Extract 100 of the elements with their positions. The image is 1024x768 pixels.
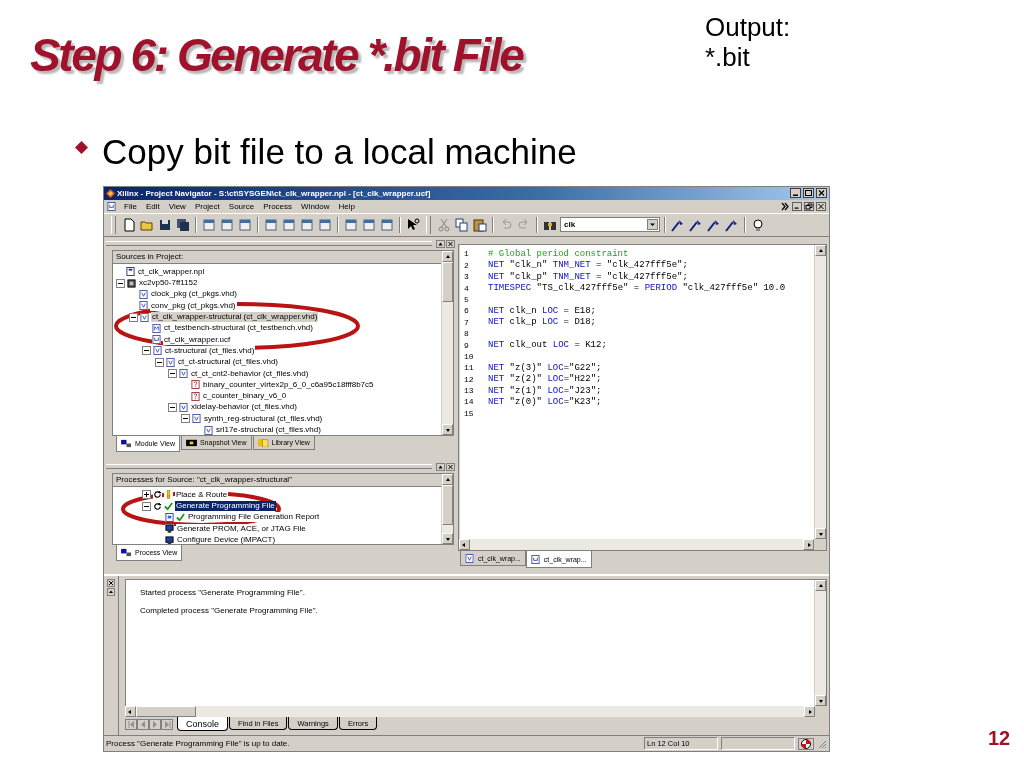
expand-toggle[interactable] (142, 490, 151, 500)
collapse-toggle[interactable] (116, 278, 125, 288)
resize-grip-icon[interactable] (817, 738, 827, 749)
code-editor[interactable] (458, 244, 827, 552)
collapse-toggle[interactable] (129, 312, 138, 322)
window-icon[interactable] (344, 217, 358, 232)
line-number: 14 (463, 397, 475, 407)
scrollbar[interactable] (441, 474, 453, 545)
float-button[interactable] (436, 462, 445, 471)
copy-icon[interactable] (455, 217, 469, 232)
window-icon[interactable] (362, 217, 376, 232)
tree-item[interactable]: xc2vp50-7ff1152 (138, 278, 199, 289)
close-icon[interactable] (107, 578, 115, 587)
new-file-icon[interactable] (122, 217, 136, 232)
lightbulb-icon[interactable] (751, 217, 765, 232)
document-icon (152, 335, 161, 345)
page-number: 12 (988, 727, 1011, 750)
wand-icon[interactable] (725, 217, 739, 232)
tree-item[interactable]: ct_clk_wrapper.npl (137, 266, 206, 277)
window-icon[interactable] (202, 217, 216, 232)
wand-icon[interactable] (689, 217, 703, 232)
float-button[interactable] (107, 587, 115, 596)
question-document-icon (191, 391, 200, 401)
float-button[interactable] (436, 239, 445, 248)
menu-item[interactable]: View (164, 201, 190, 211)
collapse-toggle[interactable] (181, 414, 190, 424)
save-all-icon[interactable] (176, 217, 190, 232)
document-icon (179, 369, 188, 379)
caret-icon[interactable] (647, 219, 658, 231)
window-icon[interactable] (264, 217, 278, 232)
menu-item[interactable]: Process (259, 201, 297, 211)
tree-item[interactable]: clock_pkg (ct_pkgs.vhd) (150, 289, 238, 300)
line-number: 2 (463, 260, 470, 270)
tree-item[interactable]: srl17e-structural (ct_files.vhd) (215, 425, 322, 435)
tree-item[interactable]: xldelay-behavior (ct_files.vhd) (190, 402, 298, 413)
tree-item[interactable]: Configure Device (iMPACT) (176, 535, 277, 545)
tab[interactable]: Console (177, 717, 229, 732)
menu-item[interactable]: Edit (141, 201, 164, 211)
circular-arrows-icon (153, 501, 162, 511)
tree-item[interactable]: binary_counter_virtex2p_6_0_c6a95c18fff8b7c5 (202, 379, 375, 390)
wand-icon[interactable] (671, 217, 685, 232)
collapse-toggle[interactable] (168, 402, 177, 412)
window-icon[interactable] (238, 217, 252, 232)
window-icon[interactable] (318, 217, 332, 232)
minimize-button[interactable] (792, 201, 802, 211)
scrollbar[interactable] (814, 579, 826, 707)
tree-item[interactable]: conv_pkg (ct_pkgs.vhd) (150, 300, 237, 311)
collapse-toggle[interactable] (142, 501, 151, 511)
tree-item[interactable]: synth_reg-structural (ct_files.vhd) (203, 413, 324, 424)
bullet-text: Copy bit file to a local machine (102, 132, 577, 172)
scrollbar[interactable] (125, 706, 827, 718)
search-dropdown[interactable]: clk (560, 217, 660, 233)
console-line: Started process "Generate Programming File". (140, 587, 306, 597)
tree-item[interactable]: ct_ct-structural (ct_files.vhd) (177, 357, 280, 368)
scrollbar[interactable] (459, 539, 826, 551)
document-icon (166, 357, 175, 367)
window-icon[interactable] (300, 217, 314, 232)
tree-item[interactable]: Generate Programming File (175, 501, 276, 512)
help-pointer-icon[interactable] (406, 217, 420, 232)
window-title: Xilinx - Project Navigator - S:\ct\SYSGEN\ct_clk_wrapper.npl - [ct_clk_wrapper.ucf] (117, 188, 431, 198)
code-line: NET "clk_p" TNM_NET = "clk_427fff5e"; (488, 271, 688, 282)
collapse-toggle[interactable] (142, 346, 151, 356)
line-number: 1 (463, 249, 470, 259)
line-number: 6 (463, 306, 470, 316)
tree-item[interactable]: ct_clk_wrapper-structural (ct_clk_wrapper.vhd) (151, 312, 319, 323)
menu-item[interactable]: Window (297, 201, 334, 211)
wand-icon[interactable] (707, 217, 721, 232)
close-button[interactable] (816, 188, 827, 199)
scrollbar[interactable] (814, 245, 826, 540)
tree-item[interactable]: ct-structural (ct_files.vhd) (164, 345, 256, 356)
save-icon[interactable] (158, 217, 172, 232)
tree-item[interactable]: ct_clk_wrapper.ucf (163, 334, 232, 345)
diamond-app-icon (106, 188, 115, 198)
code-line: NET clk_out LOC = K12; (488, 340, 607, 351)
minimize-button[interactable] (790, 188, 801, 199)
code-line: NET "clk_n" TNM_NET = "clk_427fff5e"; (488, 260, 688, 271)
tree-item[interactable]: Generate PROM, ACE, or JTAG File (176, 523, 307, 534)
chevron-icon[interactable] (780, 201, 790, 211)
window-icon[interactable] (380, 217, 394, 232)
window-icon[interactable] (282, 217, 296, 232)
panel-header: Sources in Project: (113, 251, 441, 265)
maximize-button[interactable] (803, 188, 814, 199)
tree-item[interactable]: ct_ct_cnt2-behavior (ct_files.vhd) (190, 368, 310, 379)
tree-item[interactable]: ct_testbench-structural (ct_testbench.vhd) (163, 323, 314, 334)
paste-icon[interactable] (473, 217, 487, 232)
tree-item[interactable]: c_counter_binary_v6_0 (202, 391, 288, 402)
menu-item[interactable]: Help (334, 201, 359, 211)
tree-item[interactable]: Programming File Generation Report (187, 512, 321, 523)
check-icon (176, 512, 185, 522)
tree-item[interactable]: Place & Route (175, 489, 229, 500)
collapse-toggle[interactable] (155, 357, 164, 367)
menu-item[interactable]: File (120, 201, 141, 211)
tab-navigation-arrows-icon[interactable] (125, 719, 173, 731)
question-document-icon (191, 380, 200, 390)
menu-item[interactable]: Project (190, 201, 224, 211)
scrollbar[interactable] (441, 251, 453, 436)
restore-button[interactable] (804, 201, 814, 211)
collapse-toggle[interactable] (168, 369, 177, 379)
menu-item[interactable]: Source (224, 201, 259, 211)
window-icon[interactable] (220, 217, 234, 232)
